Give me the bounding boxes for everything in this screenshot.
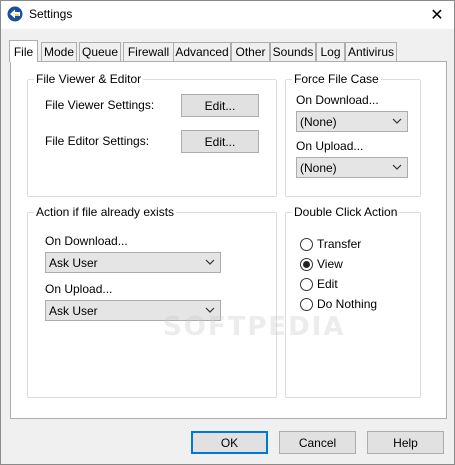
chevron-down-icon <box>392 164 402 170</box>
tab-label: Mode <box>43 45 75 59</box>
tab-file[interactable]: File <box>9 40 38 62</box>
close-button[interactable]: ✕ <box>420 1 454 29</box>
window-title: Settings <box>29 7 73 21</box>
group-title: Force File Case <box>292 72 381 86</box>
group-title: Double Click Action <box>292 205 400 219</box>
radio-transfer[interactable]: Transfer <box>300 236 361 252</box>
button-label: Help <box>393 435 418 450</box>
force-case-download-select[interactable]: (None) <box>296 111 408 132</box>
force-file-case-group: Force File Case On Download... (None) On… <box>285 72 421 197</box>
close-icon: ✕ <box>430 7 444 24</box>
select-value: Ask User <box>49 256 98 270</box>
tab-label: Other <box>235 45 266 59</box>
radio-label: Do Nothing <box>317 297 378 311</box>
tab-label: Firewall <box>127 45 170 59</box>
watermark: SOFTPEDIA <box>163 312 346 342</box>
tab-label: Sounds <box>272 45 314 59</box>
settings-window: Settings ✕ File Mode Queue Firewall Adva… <box>0 0 455 465</box>
radio-label: Transfer <box>317 237 362 251</box>
radio-button[interactable] <box>300 257 313 271</box>
group-title: File Viewer & Editor <box>34 72 144 86</box>
tab-label: File <box>13 44 34 59</box>
radio-edit[interactable]: Edit <box>300 276 338 292</box>
exists-download-label: On Download... <box>45 234 128 248</box>
button-label: Cancel <box>298 435 337 450</box>
tab-antivirus[interactable]: Antivirus <box>345 42 397 61</box>
group-title: Action if file already exists <box>34 205 177 219</box>
app-icon <box>7 6 23 22</box>
tab-label: Log <box>320 45 341 59</box>
chevron-down-icon <box>392 118 402 124</box>
select-value: (None) <box>300 161 337 175</box>
tab-label: Advanced <box>175 45 229 59</box>
radio-button[interactable] <box>300 297 313 311</box>
radio-label: Edit <box>317 277 338 291</box>
help-button[interactable]: Help <box>367 431 444 454</box>
select-value: (None) <box>300 115 337 129</box>
button-label: OK <box>220 435 239 450</box>
file-viewer-edit-button[interactable]: Edit... <box>181 94 259 117</box>
button-label: Edit... <box>204 98 236 113</box>
file-editor-label: File Editor Settings: <box>45 134 150 148</box>
tab-queue[interactable]: Queue <box>79 42 121 61</box>
ok-button[interactable]: OK <box>191 431 268 454</box>
tab-advanced[interactable]: Advanced <box>173 42 231 61</box>
tab-label: Queue <box>81 45 119 59</box>
radio-do-nothing[interactable]: Do Nothing <box>300 296 377 312</box>
radio-label: View <box>317 257 343 271</box>
file-tab-panel: File Viewer & Editor File Viewer Setting… <box>10 61 447 419</box>
radio-button[interactable] <box>300 277 313 291</box>
cancel-button[interactable]: Cancel <box>279 431 356 454</box>
file-exists-group: Action if file already exists On Downloa… <box>27 205 277 398</box>
tab-other[interactable]: Other <box>231 42 270 61</box>
file-editor-edit-button[interactable]: Edit... <box>181 130 259 153</box>
force-case-download-label: On Download... <box>296 93 379 107</box>
file-viewer-label: File Viewer Settings: <box>45 98 155 112</box>
exists-download-select[interactable]: Ask User <box>45 252 221 273</box>
tab-label: Antivirus <box>347 45 394 59</box>
tab-mode[interactable]: Mode <box>41 42 77 61</box>
tab-firewall[interactable]: Firewall <box>123 42 174 61</box>
button-label: Edit... <box>204 134 236 149</box>
tab-sounds[interactable]: Sounds <box>270 42 316 61</box>
radio-button[interactable] <box>300 237 313 251</box>
title-bar: Settings ✕ <box>1 1 454 29</box>
tab-log[interactable]: Log <box>316 42 345 61</box>
force-case-upload-select[interactable]: (None) <box>296 157 408 178</box>
exists-upload-label: On Upload... <box>45 282 113 296</box>
chevron-down-icon <box>205 259 215 265</box>
force-case-upload-label: On Upload... <box>296 139 364 153</box>
file-viewer-group: File Viewer & Editor File Viewer Setting… <box>27 72 277 197</box>
radio-view[interactable]: View <box>300 256 343 272</box>
select-value: Ask User <box>49 304 98 318</box>
double-click-group: Double Click Action Transfer View Edit D… <box>285 205 421 398</box>
